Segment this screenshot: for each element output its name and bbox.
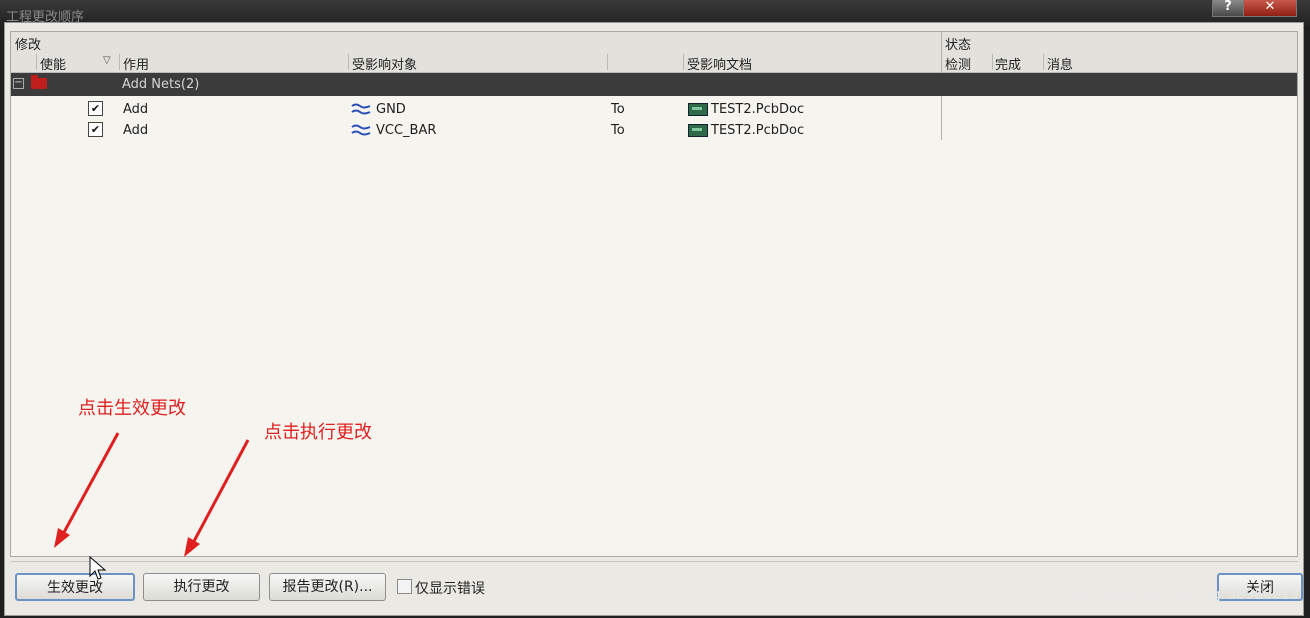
sort-indicator-icon[interactable]: ▽	[103, 55, 111, 66]
show-errors-only-checkbox[interactable]	[397, 579, 412, 594]
affected-object-cell: VCC_BAR	[376, 123, 437, 138]
pcb-document-icon	[688, 124, 708, 137]
affected-object-cell: GND	[376, 102, 406, 117]
action-cell: Add	[123, 102, 149, 117]
status-group-header: 状态	[945, 38, 972, 53]
folder-icon	[31, 75, 47, 89]
column-affected-document[interactable]: 受影响文档	[687, 54, 752, 73]
direction-cell: To	[611, 123, 625, 138]
action-cell: Add	[123, 123, 149, 138]
net-icon	[351, 124, 371, 136]
group-label: Add Nets(2)	[122, 77, 200, 92]
table-row[interactable]: ✔ Add VCC_BAR To TEST2.PcbDoc	[11, 120, 941, 141]
validate-hint-annotation: 点击生效更改	[78, 398, 186, 419]
validate-changes-button[interactable]: 生效更改	[15, 573, 135, 601]
watermark: https://blog.csdn.net/qq_38960013	[1053, 587, 1299, 603]
changes-table: 修改 状态 使能 ▽ 作用 受影响对象 受影响文档 检测 完成 消息 − Add…	[10, 31, 1298, 557]
column-action[interactable]: 作用	[123, 54, 149, 73]
direction-cell: To	[611, 102, 625, 117]
column-check[interactable]: 检测	[945, 54, 971, 73]
collapse-icon[interactable]: −	[13, 78, 24, 89]
enable-checkbox[interactable]: ✔	[88, 101, 103, 116]
column-message[interactable]: 消息	[1047, 54, 1073, 73]
column-enable[interactable]: 使能	[40, 54, 66, 73]
table-header-group: 修改 状态	[11, 32, 1297, 53]
column-done[interactable]: 完成	[995, 54, 1021, 73]
engineering-change-order-dialog: 修改 状态 使能 ▽ 作用 受影响对象 受影响文档 检测 完成 消息 − Add…	[4, 22, 1304, 616]
affected-document-cell: TEST2.PcbDoc	[711, 123, 805, 138]
mouse-cursor-icon	[89, 556, 107, 580]
button-bar-separator	[10, 561, 1298, 562]
report-changes-button[interactable]: 报告更改(R)...	[269, 573, 386, 601]
pcb-document-icon	[688, 103, 708, 116]
show-errors-only-label: 仅显示错误	[415, 581, 485, 597]
enable-checkbox[interactable]: ✔	[88, 122, 103, 137]
help-button[interactable]: ?	[1212, 0, 1244, 17]
affected-document-cell: TEST2.PcbDoc	[711, 102, 805, 117]
column-affected-object[interactable]: 受影响对象	[352, 54, 417, 73]
table-header-columns: 使能 ▽ 作用 受影响对象 受影响文档 检测 完成 消息	[11, 52, 1297, 73]
window-close-button[interactable]: ✕	[1243, 0, 1297, 17]
execute-hint-annotation: 点击执行更改	[264, 422, 372, 443]
modify-group-header: 修改	[15, 38, 42, 53]
net-icon	[351, 103, 371, 115]
group-row-add-nets[interactable]: − Add Nets(2)	[11, 73, 1297, 96]
table-row[interactable]: ✔ Add GND To TEST2.PcbDoc	[11, 99, 941, 120]
execute-changes-button[interactable]: 执行更改	[143, 573, 260, 601]
